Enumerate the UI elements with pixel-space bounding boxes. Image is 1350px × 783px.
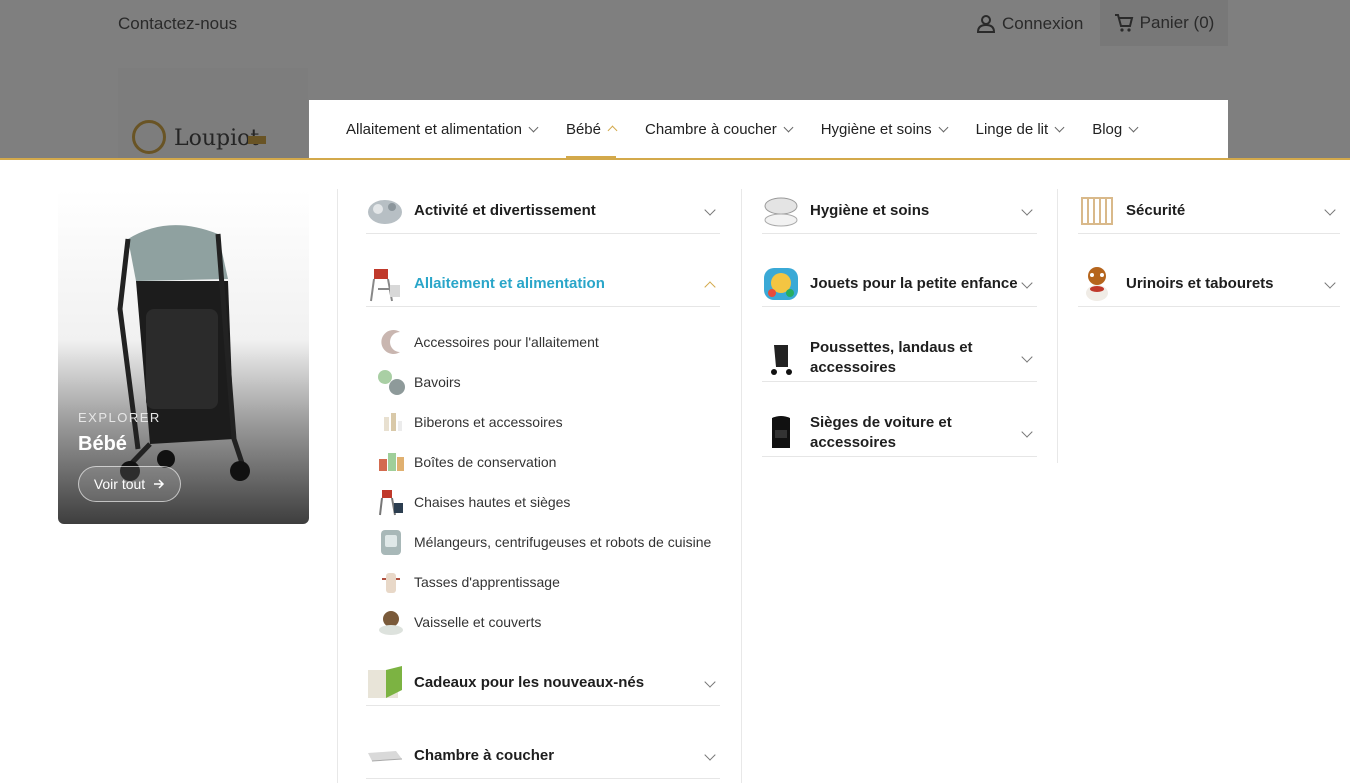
category-label: Poussettes, landaus et accessoires	[810, 339, 973, 376]
chevron-down-icon	[1128, 122, 1139, 132]
subcategory-item[interactable]: Biberons et accessoires	[376, 402, 563, 442]
subcategory-thumbnail	[378, 370, 405, 395]
category-label: Sièges de voiture et accessoires	[810, 414, 952, 451]
category-label: Allaitement et alimentation	[414, 275, 605, 292]
chevron-down-icon	[704, 204, 716, 216]
subcategory-thumbnail	[379, 490, 403, 516]
category-cadeaux[interactable]: Cadeaux pour les nouveaux-nés	[366, 661, 720, 706]
chevron-down-icon	[704, 749, 716, 761]
subcategory-thumbnail	[381, 330, 400, 354]
subcategory-item[interactable]: Mélangeurs, centrifugeuses et robots de …	[376, 522, 711, 562]
category-thumbnail	[772, 416, 790, 448]
subcategory-thumbnail	[379, 611, 403, 635]
nav-label: Chambre à coucher	[644, 120, 777, 138]
chevron-down-icon	[1324, 277, 1336, 289]
category-thumbnail	[764, 197, 798, 227]
nav-accent-line	[0, 158, 1350, 160]
chevron-down-icon	[938, 122, 949, 132]
column-divider	[337, 189, 338, 783]
subcategory-thumbnail	[384, 413, 402, 431]
nav-label: Linge de lit	[975, 120, 1049, 138]
view-all-label: Voir tout	[93, 476, 146, 492]
category-chambre[interactable]: Chambre à coucher	[366, 734, 720, 779]
arrow-right-icon	[154, 479, 165, 489]
category-urinoirs[interactable]: Urinoirs et tabourets	[1078, 262, 1340, 307]
category-thumbnail	[771, 345, 792, 375]
category-thumbnail	[1086, 267, 1108, 301]
category-thumbnail	[370, 269, 400, 302]
subcategory-thumbnail	[382, 573, 400, 593]
chevron-up-icon	[704, 281, 716, 293]
subcategory-label: Accessoires pour l'allaitement	[414, 334, 599, 350]
promo-eyebrow: EXPLORER	[78, 410, 161, 425]
nav-item-bebe[interactable]: Bébé	[565, 100, 618, 158]
subcategory-label: Boîtes de conservation	[414, 454, 557, 470]
chevron-down-icon	[1021, 277, 1033, 289]
category-thumbnail	[368, 751, 403, 762]
category-thumbnail	[368, 666, 402, 698]
view-all-button[interactable]: Voir tout	[78, 466, 181, 502]
subcategory-item[interactable]: Tasses d'apprentissage	[376, 562, 560, 602]
chevron-down-icon	[1021, 426, 1033, 438]
category-allaitement[interactable]: Allaitement et alimentation	[366, 262, 720, 307]
chevron-down-icon	[1021, 351, 1033, 363]
category-poussettes[interactable]: Poussettes, landaus et accessoires	[762, 335, 1037, 382]
promo-card[interactable]: EXPLORER Bébé Voir tout	[58, 189, 309, 524]
chevron-down-icon	[1324, 204, 1336, 216]
category-sieges[interactable]: Sièges de voiture et accessoires	[762, 410, 1037, 457]
column-divider	[741, 189, 742, 783]
chevron-up-icon	[607, 125, 618, 136]
subcategory-item[interactable]: Boîtes de conservation	[376, 442, 556, 482]
chevron-down-icon	[528, 122, 539, 132]
subcategory-label: Tasses d'apprentissage	[414, 574, 560, 590]
column-divider	[1057, 189, 1058, 463]
nav-label: Bébé	[565, 120, 601, 138]
subcategory-label: Chaises hautes et sièges	[414, 494, 571, 510]
category-thumbnail	[1081, 197, 1113, 225]
nav-item-allaitement[interactable]: Allaitement et alimentation	[346, 100, 539, 158]
category-securite[interactable]: Sécurité	[1078, 189, 1340, 234]
category-jouets[interactable]: Jouets pour la petite enfance	[762, 262, 1037, 307]
subcategory-item[interactable]: Bavoirs	[376, 362, 461, 402]
nav-item-linge[interactable]: Linge de lit	[975, 100, 1065, 158]
nav-item-hygiene[interactable]: Hygiène et soins	[820, 100, 949, 158]
category-label: Sécurité	[1126, 202, 1186, 219]
subcategory-thumbnail	[381, 530, 401, 555]
promo-title: Bébé	[78, 433, 127, 455]
category-hygiene[interactable]: Hygiène et soins	[762, 189, 1037, 234]
nav-item-blog[interactable]: Blog	[1092, 100, 1139, 158]
subcategory-thumbnail	[379, 453, 404, 471]
nav-label: Hygiène et soins	[820, 120, 932, 138]
subcategory-label: Bavoirs	[414, 374, 461, 390]
category-label: Hygiène et soins	[810, 202, 930, 219]
category-thumbnail	[368, 200, 402, 224]
nav-label: Allaitement et alimentation	[346, 120, 522, 138]
category-thumbnail	[764, 268, 798, 300]
chevron-down-icon	[1021, 204, 1033, 216]
category-activite[interactable]: Activité et divertissement	[366, 189, 720, 234]
chevron-down-icon	[783, 122, 794, 132]
nav-item-chambre[interactable]: Chambre à coucher	[644, 100, 794, 158]
subcategory-label: Mélangeurs, centrifugeuses et robots de …	[414, 534, 712, 550]
category-label: Jouets pour la petite enfance	[810, 275, 1018, 292]
category-label: Activité et divertissement	[414, 202, 596, 219]
nav-label: Blog	[1092, 120, 1123, 138]
subcategory-label: Vaisselle et couverts	[414, 614, 542, 630]
subcategory-item[interactable]: Vaisselle et couverts	[376, 602, 541, 642]
category-label: Urinoirs et tabourets	[1126, 275, 1274, 292]
subcategory-item[interactable]: Chaises hautes et sièges	[376, 482, 570, 522]
subcategory-item[interactable]: Accessoires pour l'allaitement	[376, 322, 599, 362]
category-label: Chambre à coucher	[414, 747, 555, 764]
main-nav: Allaitement et alimentation Bébé Chambre…	[309, 100, 1228, 158]
chevron-down-icon	[1054, 122, 1065, 132]
chevron-down-icon	[704, 676, 716, 688]
subcategory-label: Biberons et accessoires	[414, 414, 563, 430]
category-label: Cadeaux pour les nouveaux-nés	[414, 674, 645, 691]
